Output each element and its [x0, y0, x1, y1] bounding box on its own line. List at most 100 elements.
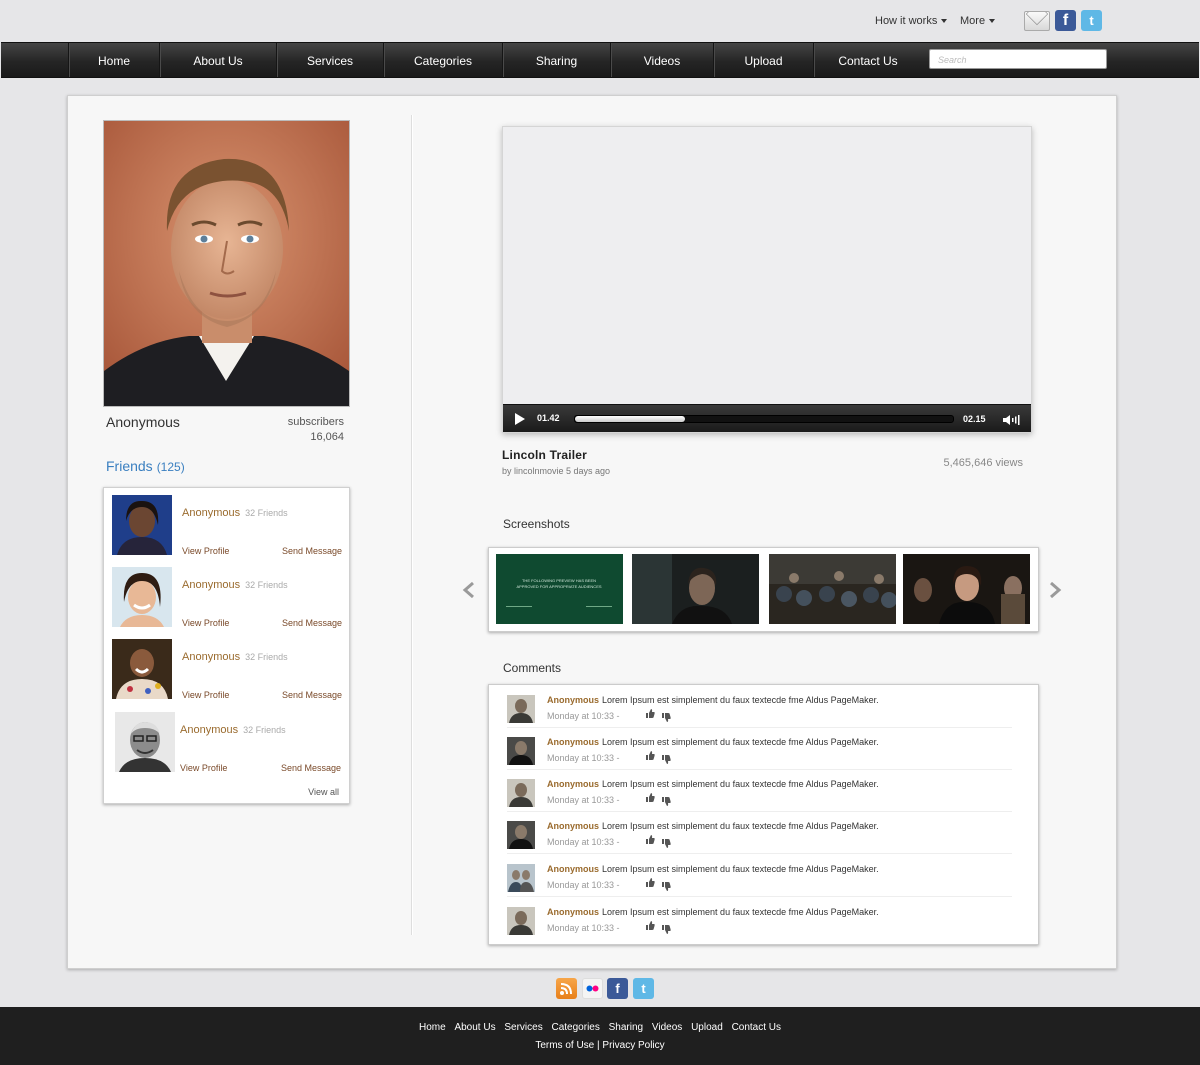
list-item: Anonymous 32 Friends View Profile Send Me… [112, 639, 342, 701]
rss-icon[interactable] [556, 978, 577, 999]
nav-item-videos[interactable]: Videos [610, 43, 713, 77]
frame-line [586, 606, 612, 607]
friend-name: Anonymous [182, 651, 241, 663]
view-profile-link[interactable]: View Profile [182, 690, 229, 700]
screenshot-thumbnail[interactable] [769, 554, 896, 624]
friend-avatar[interactable] [112, 495, 172, 555]
friend-avatar[interactable] [115, 712, 175, 772]
screenshot-thumbnail[interactable] [632, 554, 759, 624]
nav-item-services[interactable]: Services [276, 43, 383, 77]
play-icon[interactable] [515, 413, 525, 425]
facebook-icon[interactable]: f [607, 978, 628, 999]
comment-avatar[interactable] [507, 864, 535, 892]
thumbs-down-icon[interactable] [661, 838, 671, 848]
friend-count: 32 Friends [245, 652, 288, 662]
flickr-icon[interactable] [582, 978, 603, 999]
more-menu[interactable]: More [960, 15, 996, 27]
total-time: 02.15 [963, 414, 986, 424]
footer-link-categories[interactable]: Categories [552, 1022, 600, 1033]
facebook-icon[interactable]: f [1055, 10, 1076, 31]
mail-icon[interactable] [1024, 11, 1050, 31]
comment-avatar[interactable] [507, 695, 535, 723]
thumbs-down-icon[interactable] [661, 924, 671, 934]
twitter-icon[interactable]: t [633, 978, 654, 999]
view-profile-link[interactable]: View Profile [182, 546, 229, 556]
footer-legal: Terms of Use | Privacy Policy [0, 1040, 1200, 1051]
send-message-link[interactable]: Send Message [281, 763, 341, 773]
comment-text: Lorem Ipsum est simplement du faux texte… [602, 864, 879, 874]
view-profile-link[interactable]: View Profile [182, 618, 229, 628]
screenshot-caption: THE FOLLOWING PREVIEW HAS BEEN APPROVED … [516, 578, 602, 589]
comment-text: Lorem Ipsum est simplement du faux texte… [602, 907, 879, 917]
comment-time: Monday at 10:33 - [547, 923, 620, 933]
footer-link-contact-us[interactable]: Contact Us [732, 1022, 781, 1033]
friend-avatar[interactable] [112, 639, 172, 699]
nav-item-about-us[interactable]: About Us [159, 43, 276, 77]
thumbs-down-icon[interactable] [661, 712, 671, 722]
video-title[interactable]: Lincoln Trailer [502, 448, 587, 462]
friend-avatar[interactable] [112, 567, 172, 627]
comment-text: Lorem Ipsum est simplement du faux texte… [602, 779, 879, 789]
screenshot-thumbnail[interactable]: THE FOLLOWING PREVIEW HAS BEEN APPROVED … [496, 554, 623, 624]
footer-link-services[interactable]: Services [504, 1022, 542, 1033]
comment-author[interactable]: Anonymous [547, 779, 599, 789]
screenshot-thumbnail[interactable] [903, 554, 1030, 624]
thumbs-up-icon[interactable] [645, 878, 655, 888]
send-message-link[interactable]: Send Message [282, 690, 342, 700]
comment-item: Anonymous Lorem Ipsum est simplement du f… [507, 685, 1012, 728]
volume-icon[interactable] [1002, 413, 1022, 425]
comment-author[interactable]: Anonymous [547, 864, 599, 874]
comment-text: Lorem Ipsum est simplement du faux texte… [602, 821, 879, 831]
terms-link[interactable]: Terms of Use [535, 1040, 594, 1051]
footer: Home About Us Services Categories Sharin… [0, 1007, 1200, 1065]
nav-item-home[interactable]: Home [68, 43, 159, 77]
thumbs-up-icon[interactable] [645, 751, 655, 761]
friend-count: 32 Friends [243, 725, 286, 735]
comment-avatar[interactable] [507, 821, 535, 849]
search-input[interactable]: Search [929, 49, 1107, 69]
nav-item-upload[interactable]: Upload [713, 43, 813, 77]
send-message-link[interactable]: Send Message [282, 618, 342, 628]
comment-author[interactable]: Anonymous [547, 821, 599, 831]
nav-item-sharing[interactable]: Sharing [502, 43, 610, 77]
frame-line [506, 606, 532, 607]
view-all-link[interactable]: View all [308, 787, 339, 797]
send-message-link[interactable]: Send Message [282, 546, 342, 556]
thumbs-up-icon[interactable] [645, 709, 655, 719]
comment-time: Monday at 10:33 - [547, 880, 620, 890]
friends-heading[interactable]: Friends (125) [106, 458, 185, 474]
how-it-works-label: How it works [875, 15, 938, 27]
thumbs-up-icon[interactable] [645, 835, 655, 845]
footer-link-upload[interactable]: Upload [691, 1022, 723, 1033]
privacy-link[interactable]: Privacy Policy [602, 1040, 664, 1051]
footer-link-home[interactable]: Home [419, 1022, 446, 1033]
comment-avatar[interactable] [507, 907, 535, 935]
progress-track[interactable] [574, 415, 954, 423]
nav-item-contact-us[interactable]: Contact Us [813, 43, 922, 77]
thumbs-up-icon[interactable] [645, 793, 655, 803]
friends-label: Friends [106, 458, 153, 474]
main-nav: Home About Us Services Categories Sharin… [1, 42, 1199, 78]
comment-author[interactable]: Anonymous [547, 907, 599, 917]
footer-link-sharing[interactable]: Sharing [609, 1022, 643, 1033]
comment-author[interactable]: Anonymous [547, 737, 599, 747]
column-divider [411, 115, 412, 935]
twitter-icon[interactable]: t [1081, 10, 1102, 31]
chevron-right-icon[interactable] [1048, 582, 1062, 598]
comment-item: Anonymous Lorem Ipsum est simplement du f… [507, 897, 1012, 939]
footer-link-about-us[interactable]: About Us [454, 1022, 495, 1033]
comment-avatar[interactable] [507, 779, 535, 807]
chevron-left-icon[interactable] [462, 582, 476, 598]
nav-item-categories[interactable]: Categories [383, 43, 502, 77]
comment-avatar[interactable] [507, 737, 535, 765]
thumbs-up-icon[interactable] [645, 921, 655, 931]
thumbs-down-icon[interactable] [661, 796, 671, 806]
how-it-works-menu[interactable]: How it works [875, 15, 948, 27]
footer-link-videos[interactable]: Videos [652, 1022, 682, 1033]
thumbs-down-icon[interactable] [661, 881, 671, 891]
comment-author[interactable]: Anonymous [547, 695, 599, 705]
subscribers-label: subscribers [287, 416, 344, 428]
thumbs-down-icon[interactable] [661, 754, 671, 764]
video-player[interactable]: 01.42 02.15 [502, 126, 1032, 433]
view-profile-link[interactable]: View Profile [180, 763, 227, 773]
